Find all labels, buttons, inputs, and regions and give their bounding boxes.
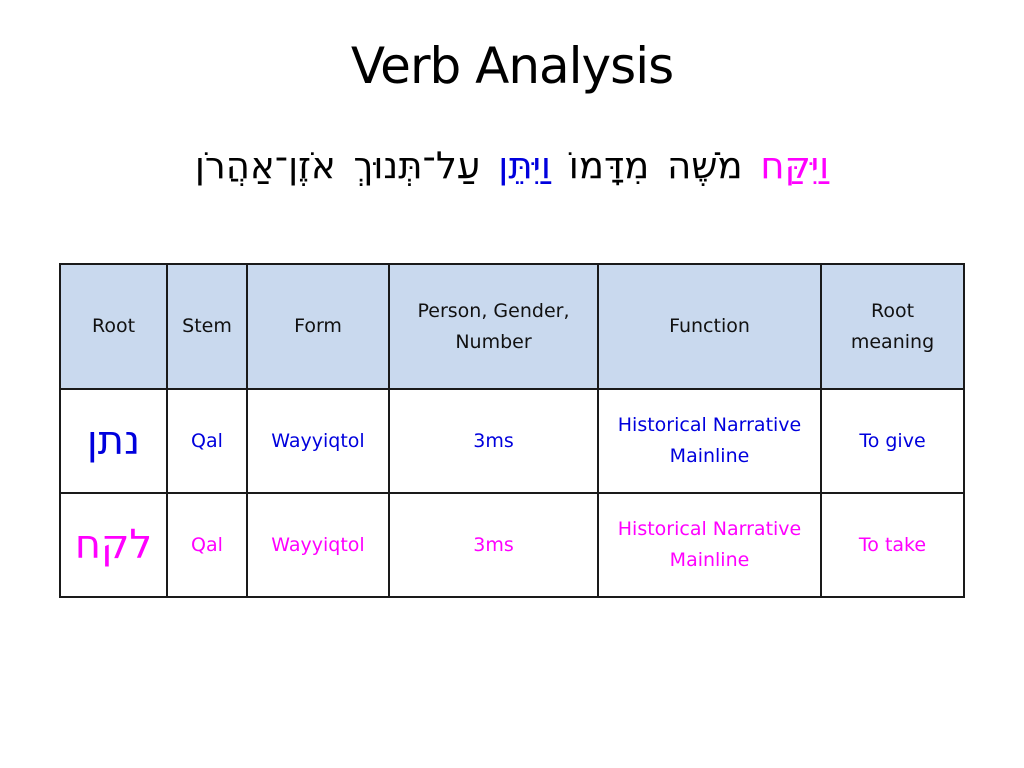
verse-word-moshe: מֹשֶׁה <box>667 144 743 187</box>
cell-pgn: 3ms <box>388 388 599 494</box>
header-person-gender-number: Person, Gender, Number <box>388 263 599 390</box>
header-stem: Stem <box>166 263 248 390</box>
cell-form: Wayyiqtol <box>246 388 390 494</box>
table-row: נתן Qal Wayyiqtol 3ms Historical Narrati… <box>59 388 965 494</box>
cell-stem: Qal <box>166 388 248 494</box>
slide-title: Verb Analysis <box>350 37 674 95</box>
cell-form: Wayyiqtol <box>246 492 390 598</box>
cell-meaning: To take <box>820 492 965 598</box>
verse-word-vayiten: וַיִּתֵּן <box>498 144 551 187</box>
cell-function: Historical Narrative Mainline <box>597 492 822 598</box>
verse-word-vayikach: וַיִּקַּח <box>760 144 830 187</box>
header-pgn-line1: Person, Gender, <box>417 299 570 322</box>
cell-function-line1: Historical Narrative <box>617 414 802 436</box>
cell-stem: Qal <box>166 492 248 598</box>
cell-pgn: 3ms <box>388 492 599 598</box>
cell-root: לקח <box>59 492 168 598</box>
verse-word-ozen-aharon: אֹזֶן־אַהֲרֹן <box>194 144 336 187</box>
table-header-row: Root Stem Form Person, Gender, Number Fu… <box>59 263 965 390</box>
verse-word-al-tenuch: עַל־תְּנוּךְ <box>353 144 481 187</box>
cell-function-line1: Historical Narrative <box>617 518 802 540</box>
hebrew-verse: וַיִּקַּח מֹשֶׁה מִדָּמוֹ וַיִּתֵּן עַל־… <box>0 136 1024 196</box>
table-row: לקח Qal Wayyiqtol 3ms Historical Narrati… <box>59 492 965 598</box>
verse-word-midamo: מִדָּמוֹ <box>568 144 650 187</box>
cell-function-line2: Mainline <box>669 445 750 467</box>
header-root-meaning: Root meaning <box>820 263 965 390</box>
cell-root: נתן <box>59 388 168 494</box>
header-function: Function <box>597 263 822 390</box>
header-meaning-line2: meaning <box>850 330 935 353</box>
header-root: Root <box>59 263 168 390</box>
header-form: Form <box>246 263 390 390</box>
cell-function: Historical Narrative Mainline <box>597 388 822 494</box>
cell-function-line2: Mainline <box>669 549 750 571</box>
cell-meaning: To give <box>820 388 965 494</box>
header-meaning-line1: Root <box>870 299 915 322</box>
header-pgn-line2: Number <box>455 330 532 353</box>
verb-analysis-table: Root Stem Form Person, Gender, Number Fu… <box>59 263 965 598</box>
